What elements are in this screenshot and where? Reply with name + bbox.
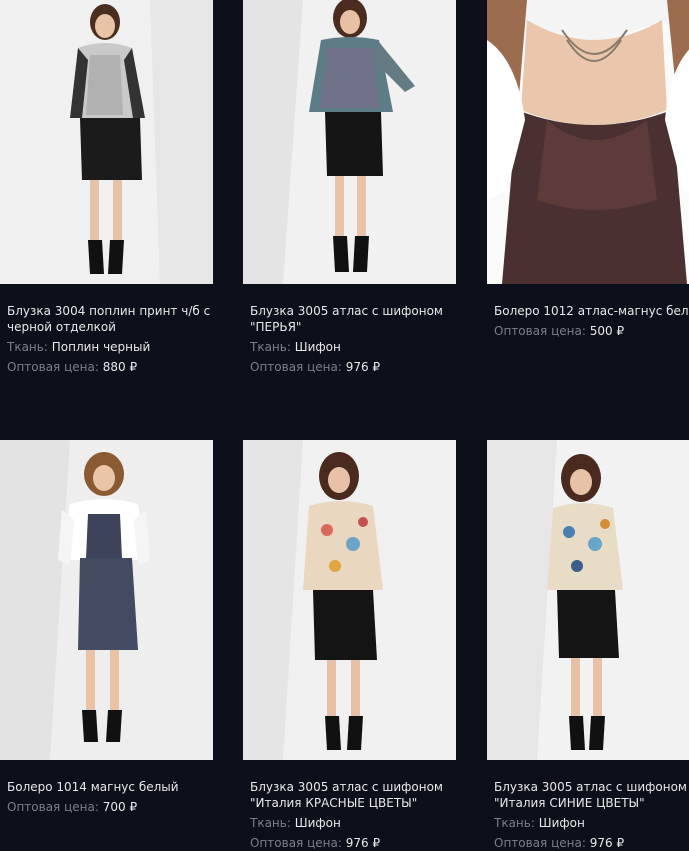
product-price-row: Оптовая цена: 976 ₽ [243,835,456,851]
product-price-row: Оптовая цена: 500 ₽ [487,323,689,339]
product-title[interactable]: Блузка 3005 атлас с шифоном "Италия СИНИ… [487,779,689,811]
fabric-label: Ткань: [494,816,535,830]
product-image[interactable] [0,440,213,760]
price-value: 976 [345,360,369,374]
model-photo-illustration [487,0,689,284]
fabric-value: Шифон [294,340,341,354]
product-title[interactable]: Болеро 1014 магнус белый [0,779,213,795]
model-photo-illustration [243,0,456,284]
product-image[interactable] [487,0,689,284]
product-price-row: Оптовая цена: 976 ₽ [243,359,456,375]
model-photo-illustration [487,440,689,760]
price-value: 500 [589,324,613,338]
product-card[interactable]: Блузка 3005 атлас с шифоном "Италия КРАС… [243,440,456,851]
ruble-icon: ₽ [129,800,138,814]
product-card[interactable]: Блузка 3005 атлас с шифоном "ПЕРЬЯ" Ткан… [243,0,456,375]
price-label: Оптовая цена: [250,836,342,850]
model-photo-illustration [243,440,456,760]
product-card[interactable]: Болеро 1014 магнус белый Оптовая цена: 7… [0,440,213,815]
product-card[interactable]: Блузка 3004 поплин принт ч/б с черной от… [0,0,213,375]
product-fabric-row: Ткань: Шифон [487,815,689,831]
ruble-icon: ₽ [372,836,381,850]
price-label: Оптовая цена: [494,836,586,850]
fabric-label: Ткань: [250,340,291,354]
price-value: 976 [345,836,369,850]
product-title[interactable]: Болеро 1012 атлас-магнус белый [487,303,689,319]
product-price-row: Оптовая цена: 880 ₽ [0,359,213,375]
product-card[interactable]: Блузка 3005 атлас с шифоном "Италия СИНИ… [487,440,689,851]
product-image[interactable] [487,440,689,760]
ruble-icon: ₽ [129,360,138,374]
product-image[interactable] [243,0,456,284]
ruble-icon: ₽ [616,324,625,338]
product-image[interactable] [243,440,456,760]
product-fabric-row: Ткань: Шифон [243,339,456,355]
ruble-icon: ₽ [372,360,381,374]
product-title[interactable]: Блузка 3005 атлас с шифоном "ПЕРЬЯ" [243,303,456,335]
product-title[interactable]: Блузка 3005 атлас с шифоном "Италия КРАС… [243,779,456,811]
price-value: 700 [102,800,126,814]
price-value: 976 [589,836,613,850]
product-price-row: Оптовая цена: 976 ₽ [487,835,689,851]
price-label: Оптовая цена: [7,360,99,374]
price-label: Оптовая цена: [7,800,99,814]
fabric-value: Шифон [538,816,585,830]
price-value: 880 [102,360,126,374]
product-title[interactable]: Блузка 3004 поплин принт ч/б с черной от… [0,303,213,335]
ruble-icon: ₽ [616,836,625,850]
fabric-value: Шифон [294,816,341,830]
price-label: Оптовая цена: [250,360,342,374]
model-photo-illustration [0,0,213,284]
fabric-value: Поплин черный [51,340,151,354]
fabric-label: Ткань: [7,340,48,354]
model-photo-illustration [0,440,213,760]
product-card[interactable]: Болеро 1012 атлас-магнус белый Оптовая ц… [487,0,689,339]
fabric-label: Ткань: [250,816,291,830]
price-label: Оптовая цена: [494,324,586,338]
product-image[interactable] [0,0,213,284]
product-fabric-row: Ткань: Поплин черный [0,339,213,355]
product-price-row: Оптовая цена: 700 ₽ [0,799,213,815]
product-fabric-row: Ткань: Шифон [243,815,456,831]
